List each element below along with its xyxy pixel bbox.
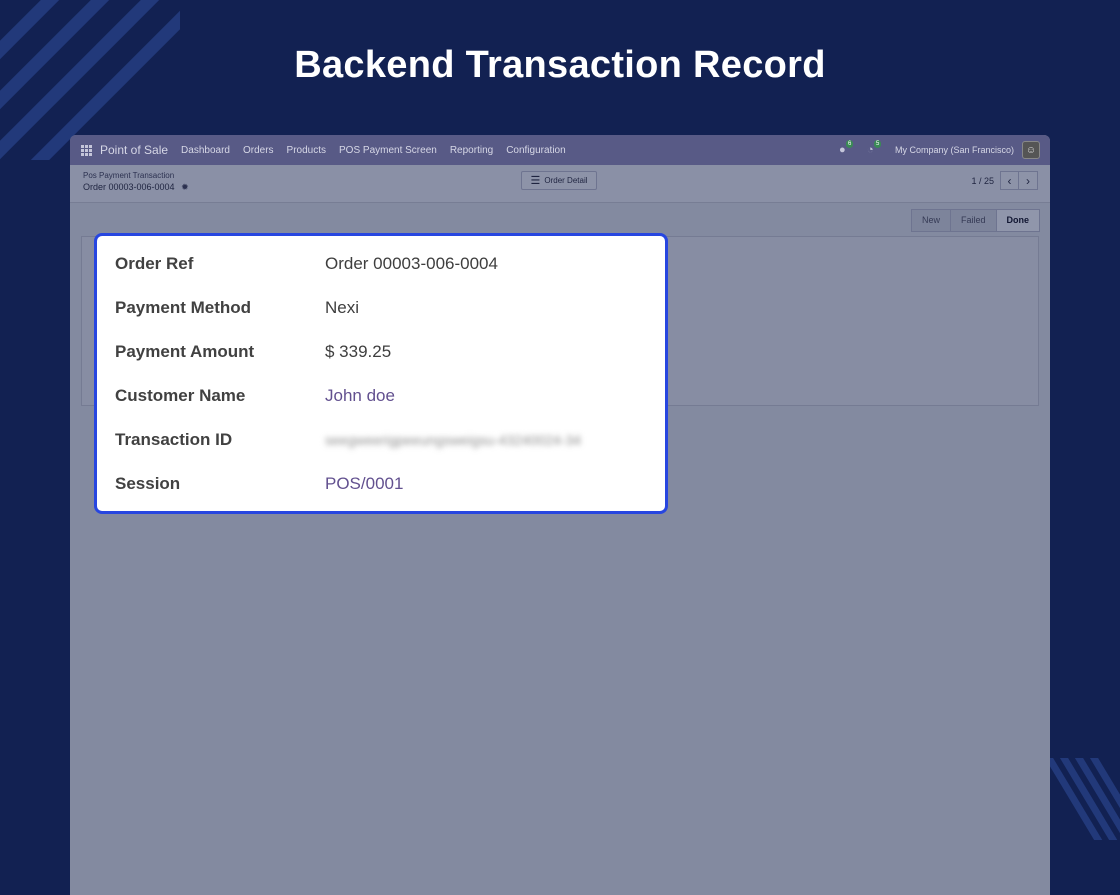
company-switcher[interactable]: My Company (San Francisco): [895, 145, 1014, 155]
record-title: Order 00003-006-0004: [83, 182, 175, 192]
app-name[interactable]: Point of Sale: [100, 143, 168, 157]
messages-badge: 6: [845, 140, 854, 148]
payment-amount-value: $ 339.25: [325, 342, 392, 361]
transaction-id-value: seegweerigpeeungsweigsu-43240024-34: [325, 432, 582, 448]
session-label: Session: [115, 474, 181, 493]
payment-method-label: Payment Method: [115, 298, 252, 317]
activities-badge: 5: [873, 140, 882, 148]
order-ref-label: Order Ref: [115, 254, 194, 273]
pager-value[interactable]: 1 / 25: [971, 176, 994, 186]
transaction-id-label: Transaction ID: [115, 430, 233, 449]
stage-new[interactable]: New: [910, 209, 951, 232]
pager: 1 / 25 ‹ ›: [971, 171, 1038, 190]
breadcrumb[interactable]: Pos Payment Transaction: [83, 171, 174, 180]
messages-button[interactable]: ● 6: [838, 140, 854, 156]
stage-failed[interactable]: Failed: [949, 209, 997, 232]
decorative-stripes-bottom-right: [1048, 758, 1120, 840]
nav-item-reporting[interactable]: Reporting: [450, 145, 493, 156]
clock-icon: ◔: [866, 144, 874, 156]
record-title-row: Order 00003-006-0004 ✹: [83, 182, 189, 193]
payment-method-value: Nexi: [325, 298, 360, 317]
payment-amount-label: Payment Amount: [115, 342, 255, 361]
nav-item-configuration[interactable]: Configuration: [506, 145, 565, 156]
session-link[interactable]: POS/0001: [325, 473, 665, 495]
order-detail-label: Order Detail: [544, 176, 588, 185]
transaction-detail-card: Order Ref Order 00003-006-0004 Payment M…: [94, 233, 668, 514]
nav-item-orders[interactable]: Orders: [243, 145, 274, 156]
customer-name-link[interactable]: John doe: [325, 385, 665, 407]
chat-icon: ●: [838, 144, 846, 156]
control-panel: Pos Payment Transaction Order 00003-006-…: [70, 165, 1050, 203]
gear-icon[interactable]: ✹: [181, 182, 189, 193]
avatar[interactable]: ☺: [1022, 141, 1040, 159]
nav-item-dashboard[interactable]: Dashboard: [181, 145, 230, 156]
chevron-right-icon[interactable]: ›: [1019, 171, 1038, 190]
activities-button[interactable]: ◔ 5: [866, 140, 882, 156]
grid-icon[interactable]: [81, 144, 92, 156]
order-ref-value: Order 00003-006-0004: [325, 254, 498, 273]
list-icon: ☰: [530, 174, 541, 187]
nav-item-pos-payment-screen[interactable]: POS Payment Screen: [339, 145, 437, 156]
status-bar: New Failed Done: [910, 209, 1040, 232]
page-headline: Backend Transaction Record: [294, 44, 826, 86]
nav-item-products[interactable]: Products: [287, 145, 326, 156]
order-detail-button[interactable]: ☰ Order Detail: [521, 171, 597, 190]
stage-done[interactable]: Done: [995, 209, 1040, 232]
navbar-systray: ● 6 ◔ 5 My Company (San Francisco) ☺: [838, 140, 1050, 159]
chevron-left-icon[interactable]: ‹: [1000, 171, 1019, 190]
customer-name-label: Customer Name: [115, 386, 246, 405]
top-navbar: Point of Sale Dashboard Orders Products …: [70, 135, 1050, 165]
